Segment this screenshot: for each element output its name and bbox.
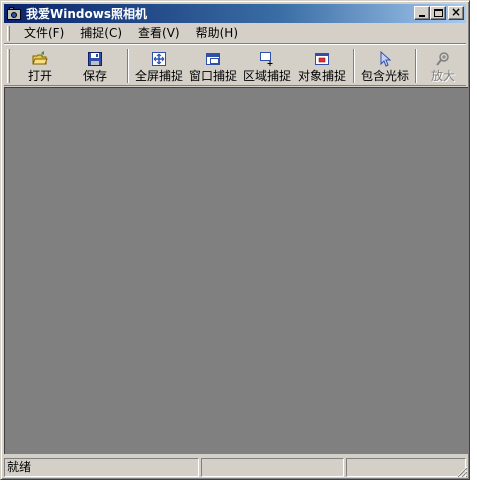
menu-view[interactable]: 查看(V) — [130, 24, 188, 42]
toolbar-separator — [415, 49, 417, 83]
region-capture-label: 区域捕捉 — [242, 69, 291, 83]
zoom-icon — [436, 52, 449, 66]
save-label: 保存 — [82, 69, 107, 83]
status-pane-3 — [346, 458, 466, 477]
capture-canvas[interactable] — [4, 87, 468, 454]
status-text: 就绪 — [4, 458, 199, 477]
resize-grip-icon[interactable] — [456, 466, 468, 478]
menu-bar-grip[interactable] — [7, 25, 10, 41]
object-capture-label: 对象捕捉 — [297, 69, 346, 83]
window-controls: × — [414, 5, 464, 20]
save-button[interactable]: 保存 — [66, 46, 124, 84]
object-capture-button[interactable]: 对象捕捉 — [294, 46, 350, 84]
toolbar-grip[interactable] — [7, 49, 10, 83]
include-cursor-label: 包含光标 — [360, 69, 409, 83]
fullscreen-capture-icon — [152, 52, 166, 66]
camera-app-icon[interactable] — [6, 6, 22, 22]
floppy-disk-icon — [88, 52, 102, 66]
fullscreen-capture-label: 全屏捕捉 — [134, 69, 183, 83]
cursor-icon — [380, 51, 392, 67]
region-capture-button[interactable]: 区域捕捉 — [240, 46, 294, 84]
zoom-button[interactable]: 放大 — [420, 46, 466, 84]
toolbar-separator — [353, 49, 355, 83]
maximize-icon — [434, 9, 443, 17]
close-icon: × — [450, 5, 462, 19]
menu-help[interactable]: 帮助(H) — [188, 24, 246, 42]
open-label: 打开 — [27, 69, 52, 83]
status-bar: 就绪 — [4, 458, 468, 478]
toolbar: 打开 保存 全屏捕捉 窗口捕捉 区域捕捉 对象捕捉 包含光标 放大 — [4, 46, 466, 86]
menu-file[interactable]: 文件(F) — [16, 24, 72, 42]
fullscreen-capture-button[interactable]: 全屏捕捉 — [132, 46, 186, 84]
window-capture-button[interactable]: 窗口捕捉 — [186, 46, 240, 84]
status-pane-2 — [201, 458, 344, 477]
menu-bar: 文件(F) 捕捉(C) 查看(V) 帮助(H) — [4, 23, 466, 44]
zoom-label: 放大 — [430, 69, 455, 83]
include-cursor-button[interactable]: 包含光标 — [358, 46, 412, 84]
maximize-button[interactable] — [430, 6, 446, 20]
open-folder-icon — [32, 51, 48, 65]
open-button[interactable]: 打开 — [14, 46, 66, 84]
toolbar-separator — [127, 49, 129, 83]
title-bar[interactable]: 我爱Windows照相机 × — [4, 4, 466, 23]
window-title: 我爱Windows照相机 — [26, 7, 147, 21]
window-capture-icon — [206, 53, 220, 65]
object-capture-icon — [315, 53, 329, 65]
menu-capture[interactable]: 捕捉(C) — [72, 24, 130, 42]
app-window: 我爱Windows照相机 × 文件(F) 捕捉(C) 查看(V) 帮助(H) 打… — [0, 0, 470, 480]
close-button[interactable]: × — [448, 5, 464, 20]
window-capture-label: 窗口捕捉 — [188, 69, 237, 83]
minimize-icon — [419, 15, 425, 17]
minimize-button[interactable] — [414, 6, 430, 20]
region-capture-icon — [260, 52, 273, 66]
